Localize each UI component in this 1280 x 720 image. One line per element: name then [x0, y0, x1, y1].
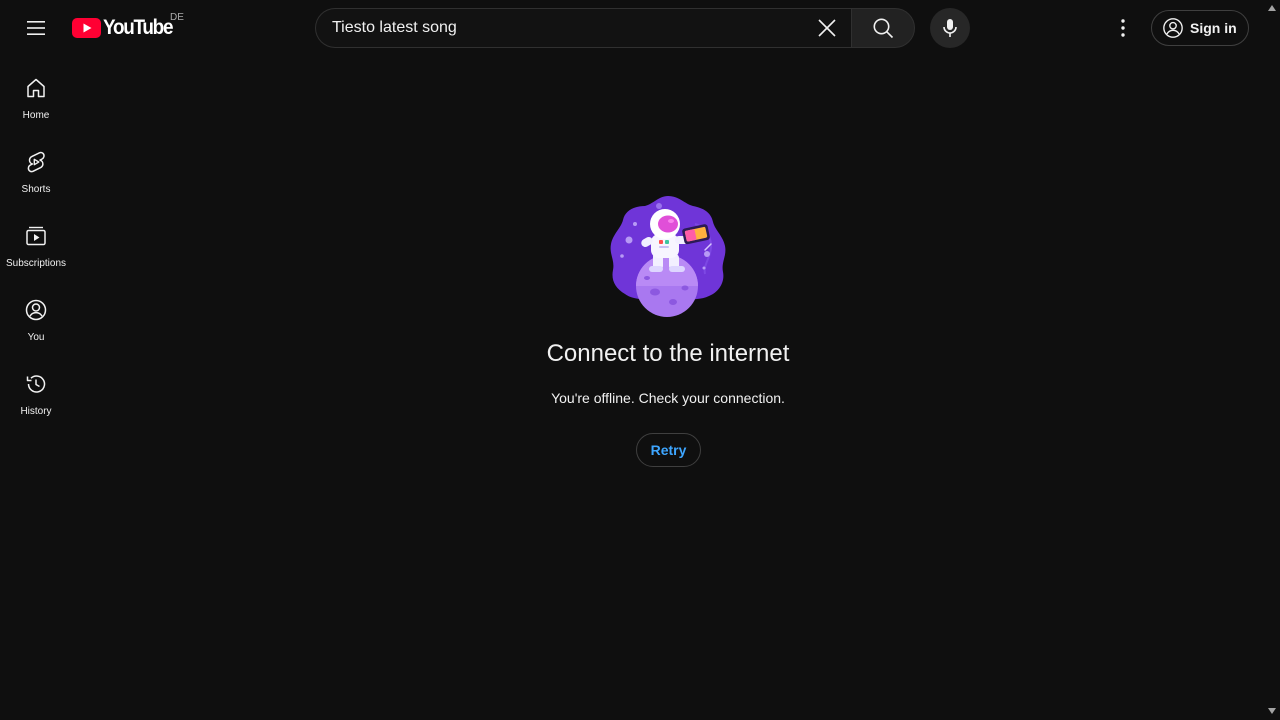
offline-message-container: Connect to the internet You're offline. …: [72, 56, 1280, 720]
search-icon: [873, 18, 894, 39]
voice-search-button[interactable]: [930, 8, 970, 48]
retry-button[interactable]: Retry: [636, 433, 701, 467]
history-icon: [26, 375, 46, 393]
sidebar-item-label: Subscriptions: [5, 258, 67, 269]
sidebar-item-label: Shorts: [21, 184, 51, 195]
search-input[interactable]: [332, 19, 792, 37]
sidebar-item-history[interactable]: History: [0, 352, 72, 426]
sidebar-item-home[interactable]: Home: [0, 56, 72, 130]
offline-subtitle: You're offline. Check your connection.: [551, 390, 785, 406]
sidebar-item-label: Home: [22, 110, 50, 121]
home-icon: [27, 78, 45, 98]
account-circle-icon: [1163, 18, 1183, 38]
search-bar: [315, 8, 915, 48]
youtube-wordmark: YouTube: [103, 16, 173, 39]
youtube-logo[interactable]: YouTube: [72, 14, 180, 42]
triangle-up-icon: [1268, 5, 1276, 11]
search-box: [315, 8, 851, 48]
sidebar-item-label: History: [20, 406, 52, 417]
sidebar-item-subscriptions[interactable]: Subscriptions: [0, 204, 72, 278]
astronaut-on-planet-illustration: [610, 196, 726, 317]
offline-title: Connect to the internet: [546, 340, 790, 367]
hamburger-menu-icon: [27, 21, 45, 35]
close-icon: [818, 19, 836, 37]
clear-search-button[interactable]: [807, 9, 847, 47]
masthead: YouTube DE Tiesto latest song Sign in: [0, 0, 1280, 56]
mini-guide: Home Shorts Subscriptions You History: [0, 56, 72, 426]
sidebar-item-shorts[interactable]: Shorts: [0, 130, 72, 204]
youtube-play-icon: [72, 18, 101, 38]
you-icon: [25, 299, 47, 321]
search-button[interactable]: [851, 8, 915, 48]
shorts-icon: [27, 151, 45, 173]
scrollbar-up-arrow[interactable]: [1266, 3, 1278, 13]
sidebar-item-label: You: [27, 332, 45, 343]
sidebar-item-you[interactable]: You: [0, 278, 72, 352]
guide-menu-button[interactable]: [16, 8, 56, 48]
settings-more-button[interactable]: [1103, 8, 1143, 48]
sign-in-button[interactable]: Sign in: [1151, 10, 1249, 46]
subscriptions-icon: [26, 226, 46, 246]
country-code: DE: [170, 12, 184, 23]
triangle-down-icon: [1268, 708, 1276, 714]
more-vertical-icon: [1121, 19, 1125, 37]
microphone-icon: [943, 19, 957, 37]
sign-in-label: Sign in: [1190, 20, 1237, 36]
scrollbar-down-arrow[interactable]: [1266, 706, 1278, 716]
